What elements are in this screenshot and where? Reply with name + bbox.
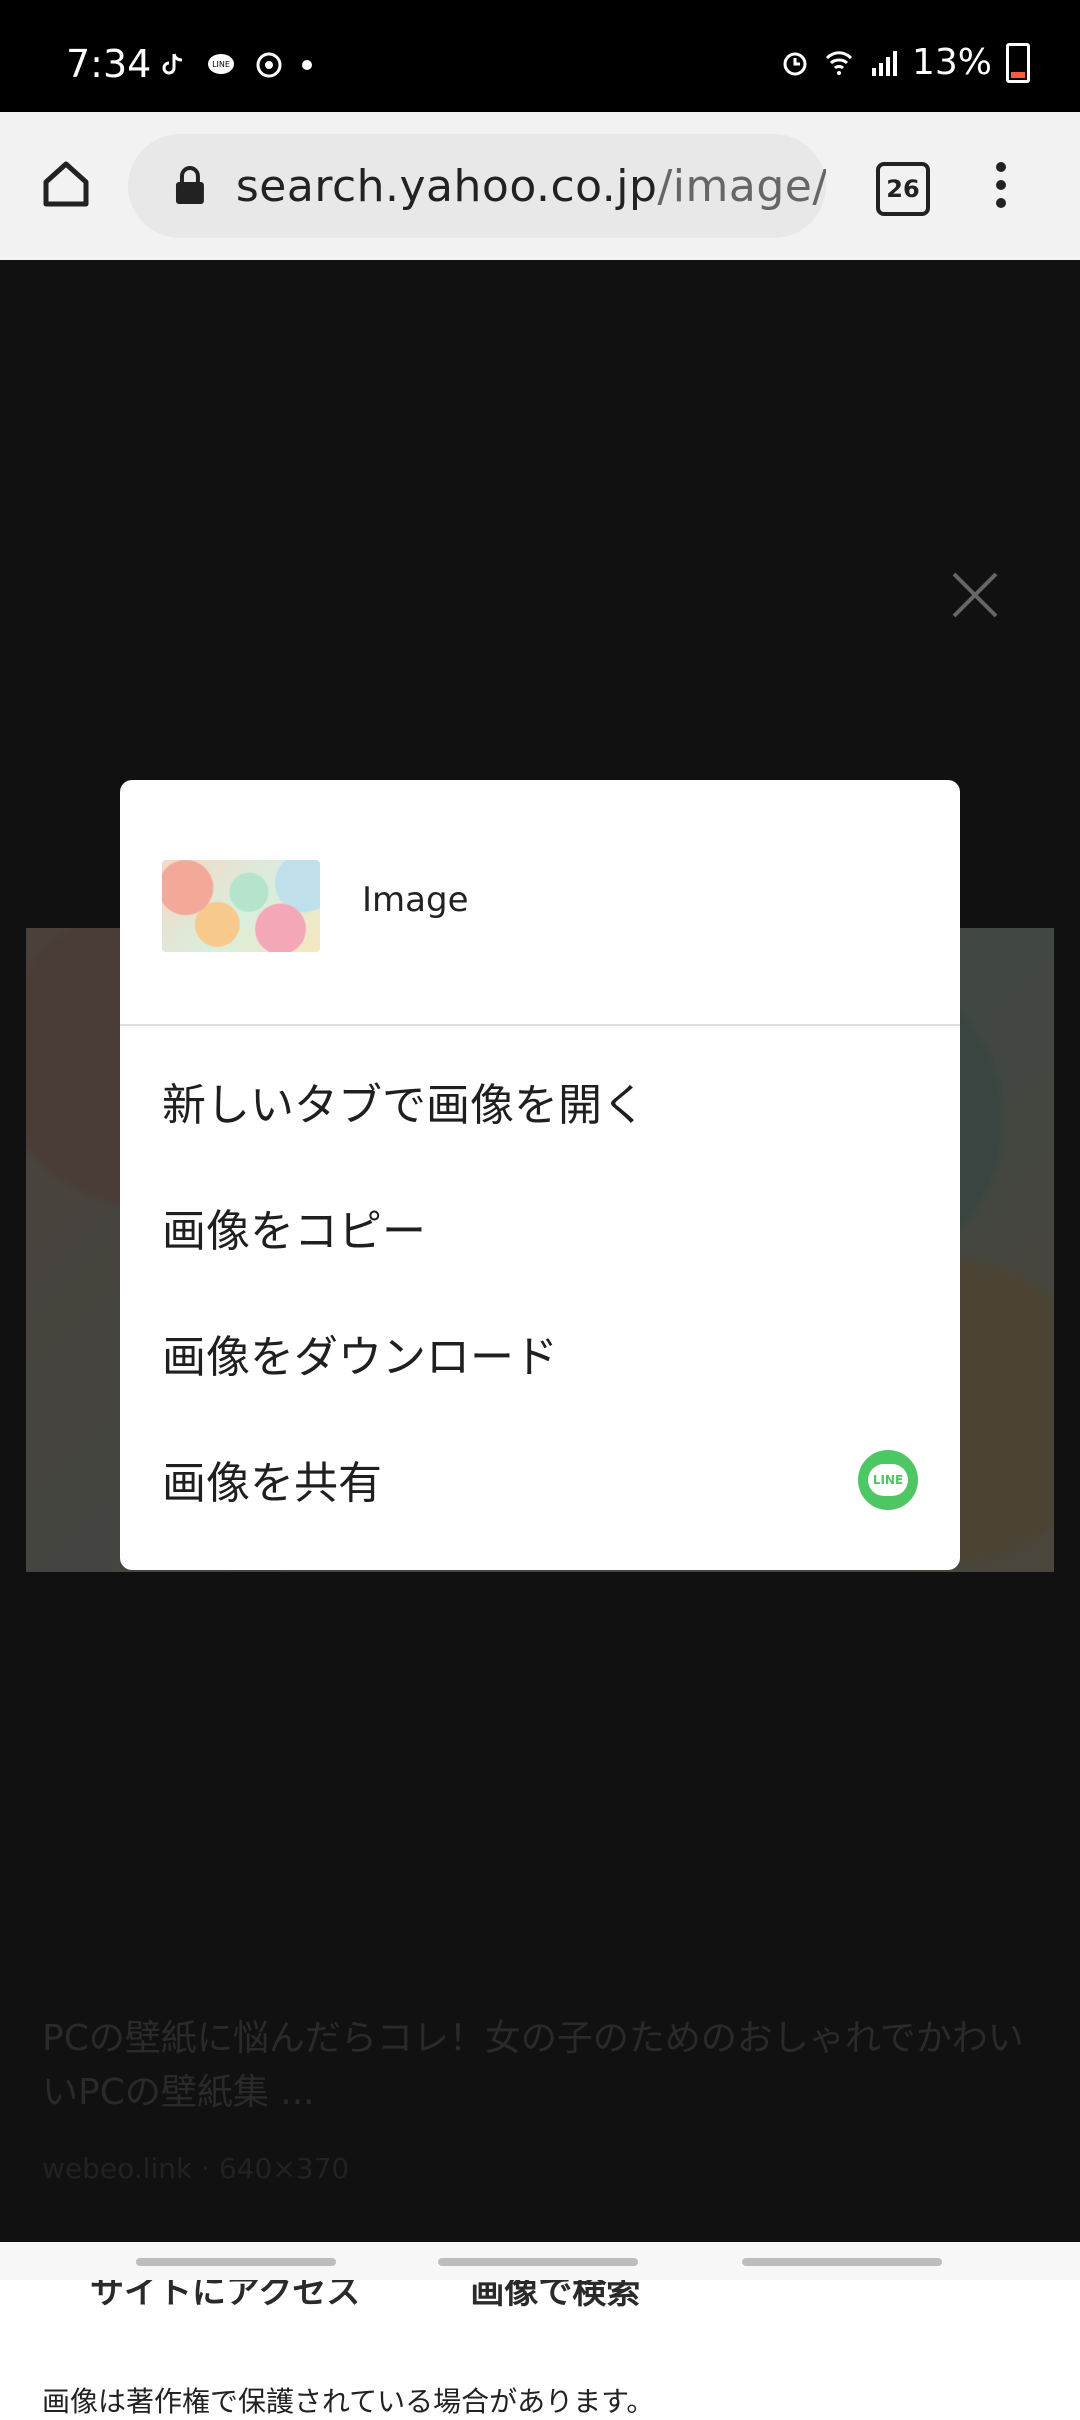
image-thumbnail [162,860,320,952]
nav-back-handle[interactable] [742,2258,942,2266]
system-nav-bar [0,2242,1080,2280]
status-right-icons: 13% [780,42,1030,83]
wifi-icon [825,50,853,75]
battery-percent: 13% [911,42,992,83]
svg-text:LINE: LINE [212,60,230,69]
line-share-icon[interactable]: LINE [858,1450,918,1510]
close-icon[interactable] [950,570,1000,620]
alarm-icon [783,52,807,75]
tiktok-icon [162,53,183,75]
nav-recent-handle[interactable] [136,2258,336,2266]
download-image-item[interactable]: 画像をダウンロード [120,1290,960,1416]
notification-dot [302,60,312,70]
line-icon: LINE [208,54,234,74]
more-options-icon[interactable] [996,162,1008,212]
image-context-menu: Image 新しいタブで画像を開く 画像をコピー 画像をダウンロード 画像を共有… [120,780,960,1570]
image-label: Image [362,880,469,920]
result-title[interactable]: PCの壁紙に悩んだらコレ！女の子のためのおしゃれでかわいいPCの壁紙集 ... [42,2012,1042,2120]
status-bar: 7:34 LINE 13% [0,0,1080,112]
home-icon[interactable] [38,156,94,212]
copyright-note: 画像は著作権で保護されている場合があります。 [42,2385,655,2418]
dialog-header: Image [120,780,960,1026]
share-image-item[interactable]: 画像を共有 LINE [120,1416,960,1542]
copy-image-item[interactable]: 画像をコピー [120,1164,960,1290]
address-bar[interactable]: search.yahoo.co.jp/image/ [128,134,826,238]
circle-icon [256,52,282,78]
battery-icon [1006,42,1030,83]
result-meta: webeo.link · 640×370 [42,2152,350,2185]
signal-icon [871,50,897,76]
browser-toolbar: search.yahoo.co.jp/image/ 26 [0,112,1080,260]
open-image-new-tab-item[interactable]: 新しいタブで画像を開く [120,1038,960,1164]
url-path: /image/ [657,160,826,212]
share-image-label: 画像を共有 [162,1458,382,1509]
status-time: 7:34 [66,42,152,86]
status-left-icons: LINE [158,50,312,80]
url-text: search.yahoo.co.jp/image/ [236,161,826,212]
url-host: search.yahoo.co.jp [235,160,658,212]
context-menu-list: 新しいタブで画像を開く 画像をコピー 画像をダウンロード 画像を共有 LINE [120,1026,960,1542]
lock-icon [175,166,204,204]
line-share-text: LINE [868,1464,908,1496]
tab-switcher-button[interactable]: 26 [876,162,930,216]
nav-home-handle[interactable] [438,2258,638,2266]
